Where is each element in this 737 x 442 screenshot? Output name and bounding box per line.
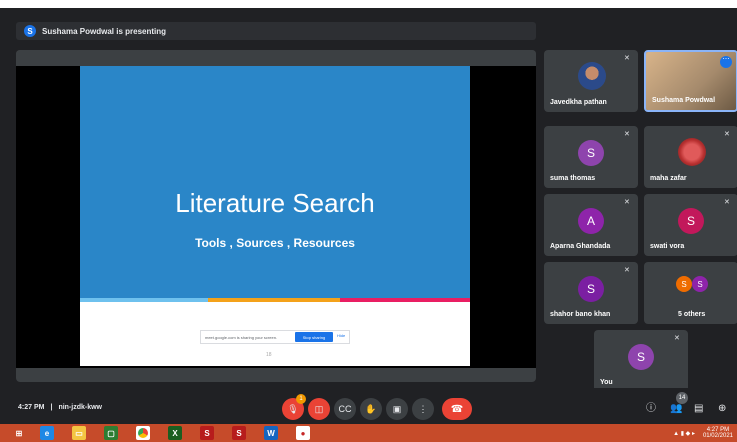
present-icon: ▣: [392, 403, 402, 414]
mic-off-icon: ✕: [624, 199, 630, 206]
participant-avatar: S: [678, 208, 704, 234]
excel-icon[interactable]: X: [168, 426, 182, 440]
present-button[interactable]: ▣: [386, 398, 408, 420]
internet-explorer-icon[interactable]: e: [40, 426, 54, 440]
end-call-icon: ☎: [450, 403, 464, 415]
participant-tile[interactable]: S ✕ shahor bano khan: [544, 262, 638, 324]
camera-toggle-button[interactable]: ◫: [308, 398, 330, 420]
mic-off-icon: ✕: [724, 199, 730, 206]
participant-name: maha zafar: [650, 175, 687, 182]
sharing-notice-text: meet.google.com is sharing your screen.: [205, 334, 278, 340]
mic-off-icon: ✕: [624, 131, 630, 138]
tray-icons: ▲ ▮ ◆ ▸: [673, 430, 695, 437]
self-tile[interactable]: S ✕ You: [594, 330, 688, 392]
clock[interactable]: 4:27 PM 01/02/2021: [703, 427, 733, 439]
slide-title: Literature Search: [175, 188, 375, 218]
slide: Literature Search Tools , Sources , Reso…: [80, 66, 470, 300]
app-icon[interactable]: ▢: [104, 426, 118, 440]
mic-off-icon: ✕: [624, 267, 630, 274]
participant-tile[interactable]: S ✕ suma thomas: [544, 126, 638, 188]
end-call-button[interactable]: ☎: [442, 398, 472, 420]
meeting-code: nin-jzdk-kww: [58, 404, 102, 411]
captions-icon: CC: [338, 404, 352, 414]
presenter-avatar: S: [24, 25, 36, 37]
participant-tile[interactable]: ✕ maha zafar: [644, 126, 737, 188]
presentation-stage: Literature Search Tools , Sources , Reso…: [16, 50, 536, 382]
participant-tile[interactable]: ⋯ Sushama Powdwal: [644, 50, 737, 112]
control-bar: 4:27 PM | nin-jzdk-kww 🎙 1 ◫ CC ✋ ▣ ⋮ ☎ …: [0, 388, 737, 424]
word-icon[interactable]: W: [264, 426, 278, 440]
participant-name: Aparna Ghandada: [550, 243, 611, 250]
mic-off-icon: 🎙: [287, 403, 299, 414]
meeting-time: 4:27 PM: [18, 404, 45, 411]
participant-tile[interactable]: A ✕ Aparna Ghandada: [544, 194, 638, 256]
separator: |: [50, 404, 53, 411]
file-explorer-icon[interactable]: ▭: [72, 426, 86, 440]
app-icon[interactable]: ●: [296, 426, 310, 440]
mic-badge: 1: [296, 394, 306, 404]
participant-name: Javedkha pathan: [550, 99, 607, 106]
activities-icon[interactable]: ⊕: [718, 404, 726, 414]
participant-name: swati vora: [650, 243, 685, 250]
participant-avatar: S: [578, 276, 604, 302]
mic-off-icon: ✕: [624, 55, 630, 62]
slide-page-number: 18: [266, 352, 272, 358]
slide-footer: meet.google.com is sharing your screen. …: [80, 302, 470, 366]
mic-off-icon: ✕: [724, 131, 730, 138]
slide-subtitle: Tools , Sources , Resources: [195, 236, 355, 250]
participant-avatar: S: [692, 276, 708, 292]
captions-button[interactable]: CC: [334, 398, 356, 420]
windows-start-icon[interactable]: ⊞: [12, 426, 26, 440]
windows-taskbar: ⊞ e ▭ ▢ X S S W ● ▲ ▮ ◆ ▸ 4:27 PM 01/02/…: [0, 424, 737, 442]
info-icon[interactable]: ⓘ: [646, 404, 656, 414]
sharing-notice-bar: meet.google.com is sharing your screen. …: [200, 330, 350, 344]
participant-tile[interactable]: S ✕ swati vora: [644, 194, 737, 256]
participant-avatar: S: [676, 276, 692, 292]
meet-window: S Sushama Powdwal is presenting Literatu…: [0, 8, 737, 424]
meeting-info: 4:27 PM | nin-jzdk-kww: [18, 404, 102, 411]
participant-tile[interactable]: ✕ Javedkha pathan: [544, 50, 638, 112]
stage-header: [16, 50, 536, 66]
more-options-button[interactable]: ⋮: [412, 398, 434, 420]
hide-button[interactable]: Hide: [337, 333, 345, 338]
participant-photo: [678, 138, 706, 166]
self-name: You: [600, 379, 613, 386]
people-count-badge: 14: [676, 392, 688, 404]
shared-screen: Literature Search Tools , Sources , Reso…: [16, 66, 536, 368]
participant-avatar: S: [578, 140, 604, 166]
people-icon[interactable]: 👥: [670, 404, 682, 414]
more-options-icon: ⋮: [418, 403, 428, 414]
participant-name: suma thomas: [550, 175, 596, 182]
camera-off-icon: ◫: [314, 403, 324, 414]
participant-name: shahor bano khan: [550, 311, 611, 318]
presenting-text: Sushama Powdwal is presenting: [42, 26, 167, 36]
others-count: 5 others: [678, 311, 706, 318]
system-tray: ▲ ▮ ◆ ▸ 4:27 PM 01/02/2021: [673, 427, 733, 439]
chat-icon[interactable]: ▤: [694, 404, 703, 414]
self-avatar: S: [628, 344, 654, 370]
raise-hand-button[interactable]: ✋: [360, 398, 382, 420]
raise-hand-icon: ✋: [365, 403, 377, 414]
more-options-icon[interactable]: ⋯: [720, 56, 732, 68]
others-tile[interactable]: S S 5 others: [644, 262, 737, 324]
participant-photo: [578, 62, 606, 90]
chrome-icon[interactable]: [136, 426, 150, 440]
app-icon[interactable]: S: [200, 426, 214, 440]
stop-sharing-button[interactable]: Stop sharing: [295, 332, 333, 342]
mic-off-icon: ✕: [674, 335, 680, 342]
app-icon[interactable]: S: [232, 426, 246, 440]
participant-avatar: A: [578, 208, 604, 234]
presenting-banner: S Sushama Powdwal is presenting: [16, 22, 536, 40]
clock-date: 01/02/2021: [702, 433, 733, 439]
participant-name: Sushama Powdwal: [652, 97, 716, 104]
